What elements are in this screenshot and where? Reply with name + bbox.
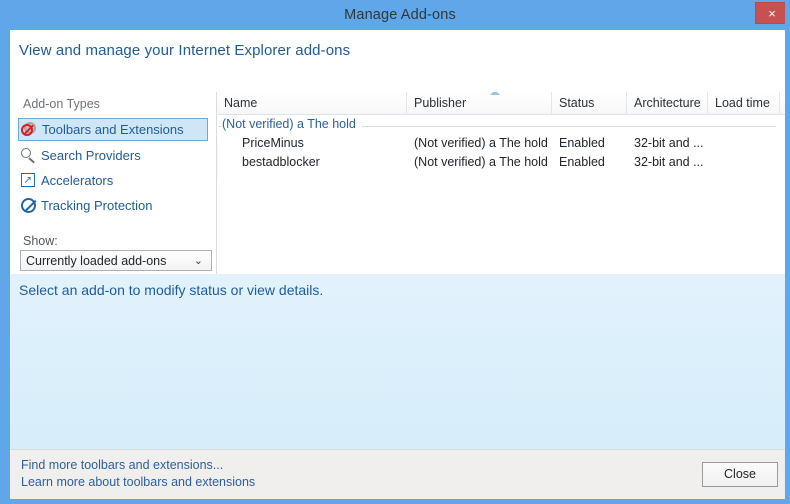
table-header-row: Name Publisher Status Architecture Load … [218, 92, 790, 115]
column-header-truncated[interactable]: N [786, 96, 790, 110]
window-title: Manage Add-ons [344, 7, 456, 23]
table-row[interactable]: PriceMinus (Not verified) a The hold Ena… [218, 135, 785, 154]
sidebar-item-label: Toolbars and Extensions [42, 122, 184, 137]
sort-ascending-icon [490, 92, 500, 95]
toolbars-extensions-icon [21, 121, 38, 138]
column-divider[interactable] [779, 92, 780, 115]
show-filter-value: Currently loaded add-ons [26, 253, 167, 268]
sidebar-item-search-providers[interactable]: Search Providers [18, 144, 208, 167]
content-card: 77 View and manage your Internet Explore… [10, 30, 790, 274]
chevron-down-icon: ⌄ [193, 255, 203, 267]
accelerators-icon: ↗ [20, 172, 37, 189]
column-header-architecture[interactable]: Architecture [634, 96, 701, 110]
cell-publisher: (Not verified) a The hold [414, 155, 548, 169]
cell-name: bestadblocker [242, 155, 320, 169]
addon-types-label: Add-on Types [23, 97, 100, 111]
dialog-footer: Find more toolbars and extensions... Lea… [10, 449, 785, 499]
cell-name: PriceMinus [242, 136, 304, 150]
group-header-label: (Not verified) a The hold [222, 117, 362, 131]
sidebar-item-label: Search Providers [41, 148, 141, 163]
status-message: Select an add-on to modify status or vie… [19, 282, 324, 298]
manage-addons-window: Manage Add-ons × 77 View and manage your… [0, 0, 790, 504]
addons-table: Name Publisher Status Architecture Load … [218, 92, 790, 274]
sidebar-item-tracking-protection[interactable]: Tracking Protection [18, 194, 208, 217]
sidebar-item-toolbars-and-extensions[interactable]: Toolbars and Extensions [18, 118, 208, 141]
cell-status: Enabled [559, 155, 605, 169]
column-divider[interactable] [707, 92, 708, 115]
sidebar-item-label: Tracking Protection [41, 198, 153, 213]
column-header-name[interactable]: Name [224, 96, 257, 110]
column-header-publisher[interactable]: Publisher [414, 96, 466, 110]
learn-more-link[interactable]: Learn more about toolbars and extensions [21, 475, 255, 489]
find-more-link[interactable]: Find more toolbars and extensions... [21, 458, 223, 472]
sidebar-item-label: Accelerators [41, 173, 114, 188]
show-filter-label: Show: [23, 234, 58, 248]
title-bar: Manage Add-ons × [5, 0, 785, 30]
table-row[interactable]: bestadblocker (Not verified) a The hold … [218, 154, 785, 173]
search-providers-icon [20, 147, 37, 164]
tracking-protection-icon [20, 197, 37, 214]
column-header-status[interactable]: Status [559, 96, 594, 110]
addon-types-panel: Add-on Types Toolbars and Extensions Sea… [10, 92, 217, 274]
cell-publisher: (Not verified) a The hold [414, 136, 548, 150]
cell-architecture: 32-bit and ... [634, 136, 704, 150]
column-divider[interactable] [406, 92, 407, 115]
table-group-header: (Not verified) a The hold [218, 117, 785, 134]
detail-pane: risk.com Select an add-on to modify stat… [10, 274, 785, 449]
cell-architecture: 32-bit and ... [634, 155, 704, 169]
close-button[interactable]: Close [702, 462, 778, 487]
cell-status: Enabled [559, 136, 605, 150]
sidebar-item-accelerators[interactable]: ↗ Accelerators [18, 169, 208, 192]
column-divider[interactable] [626, 92, 627, 115]
show-filter-dropdown[interactable]: Currently loaded add-ons ⌄ [20, 250, 212, 271]
column-divider[interactable] [551, 92, 552, 115]
column-header-load-time[interactable]: Load time [715, 96, 770, 110]
page-title: View and manage your Internet Explorer a… [19, 42, 351, 59]
close-icon[interactable]: × [755, 2, 785, 24]
